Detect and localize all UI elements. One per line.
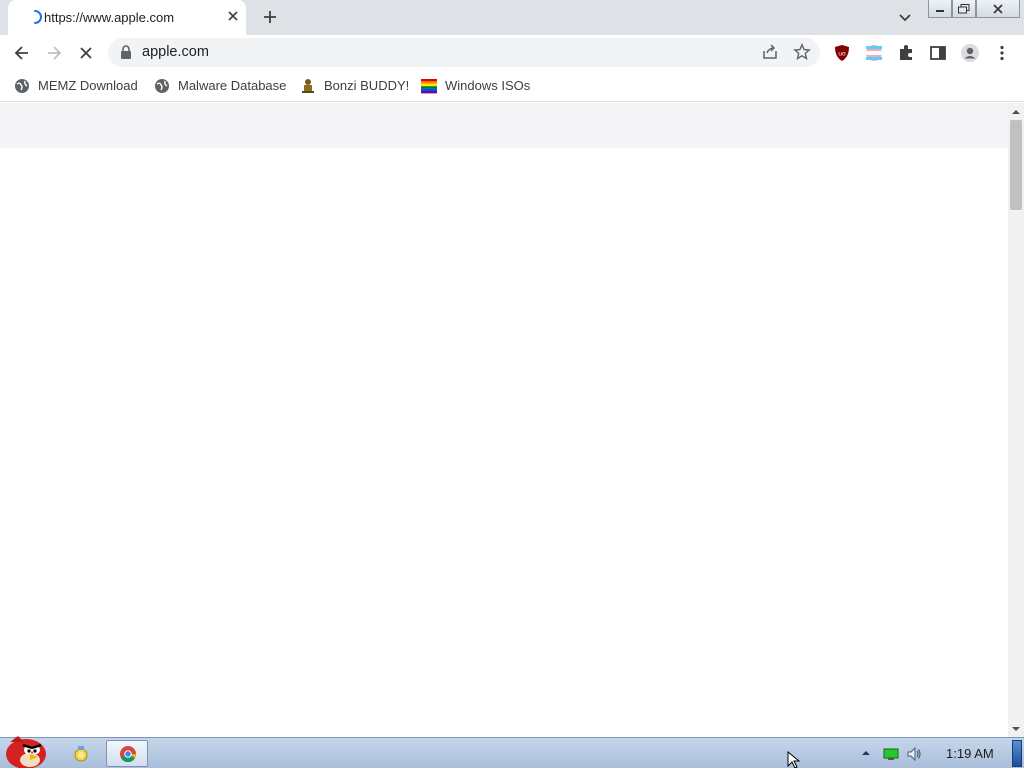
close-window-button[interactable]: [976, 0, 1020, 18]
angry-bird-start-icon[interactable]: [2, 730, 50, 768]
ublock-icon[interactable]: uo: [832, 43, 852, 63]
globe-icon: [155, 79, 169, 93]
more-vert-icon[interactable]: [992, 43, 1012, 63]
page-content: [0, 103, 1008, 737]
bonzi-icon: [302, 79, 314, 93]
svg-text:uo: uo: [838, 51, 846, 58]
plus-icon[interactable]: [260, 7, 280, 27]
taskbar-explorer[interactable]: [60, 740, 102, 767]
lock-icon[interactable]: [120, 45, 132, 59]
globe-icon: [15, 79, 29, 93]
share-icon[interactable]: [761, 43, 779, 61]
puzzle-icon[interactable]: [896, 43, 916, 63]
rainbow-flag-icon: [421, 79, 437, 94]
stop-loading-icon[interactable]: [76, 43, 96, 63]
minimize-button[interactable]: [928, 0, 952, 18]
tab-title: https://www.apple.com: [44, 10, 175, 25]
bookmark-label: Windows ISOs: [445, 78, 531, 93]
chevron-down-icon[interactable]: [896, 8, 914, 26]
scrollbar-thumb[interactable]: [1010, 120, 1022, 210]
tab-strip: https://www.apple.com: [0, 0, 1024, 35]
restore-button[interactable]: [952, 0, 976, 18]
back-arrow-icon[interactable]: [12, 43, 32, 63]
scroll-up-icon[interactable]: [1012, 108, 1020, 116]
bookmarks-bar: MEMZ Download Malware Database Bonzi BUD…: [0, 70, 1024, 102]
star-icon[interactable]: [793, 43, 811, 61]
taskbar-clock[interactable]: 1:19 AM: [946, 746, 994, 761]
volume-icon[interactable]: [906, 746, 922, 762]
extension-flag-icon[interactable]: [864, 43, 884, 63]
bookmark-label: MEMZ Download: [38, 78, 138, 93]
page-header-band: [0, 103, 1008, 148]
url-text[interactable]: apple.com: [142, 44, 209, 60]
tray-expand-icon[interactable]: [860, 747, 872, 759]
chrome-icon: [120, 746, 137, 763]
browser-toolbar: apple.com uo: [0, 35, 1024, 70]
network-icon[interactable]: [883, 746, 899, 762]
show-desktop-button[interactable]: [1012, 740, 1022, 767]
vertical-scrollbar[interactable]: [1008, 103, 1024, 737]
bookmark-label: Bonzi BUDDY!: [324, 78, 410, 93]
minimize-icon: [936, 9, 944, 12]
loading-spinner-icon: [34, 10, 42, 24]
bookmark-label: Malware Database: [178, 78, 287, 93]
tab-apple[interactable]: https://www.apple.com: [8, 0, 246, 35]
side-panel-icon[interactable]: [928, 43, 948, 63]
forward-arrow-icon[interactable]: [44, 43, 64, 63]
close-icon: [993, 3, 1003, 14]
explorer-icon: [74, 746, 88, 762]
address-bar[interactable]: apple.com: [108, 38, 820, 67]
taskbar: 1:19 AM: [0, 736, 1024, 768]
scroll-down-icon[interactable]: [1012, 725, 1020, 733]
window-controls: [928, 0, 1020, 18]
profile-icon[interactable]: [960, 43, 980, 63]
taskbar-chrome[interactable]: [106, 740, 148, 767]
restore-icon: [958, 3, 970, 13]
close-icon[interactable]: [225, 8, 241, 24]
mouse-cursor-icon: [787, 751, 801, 768]
